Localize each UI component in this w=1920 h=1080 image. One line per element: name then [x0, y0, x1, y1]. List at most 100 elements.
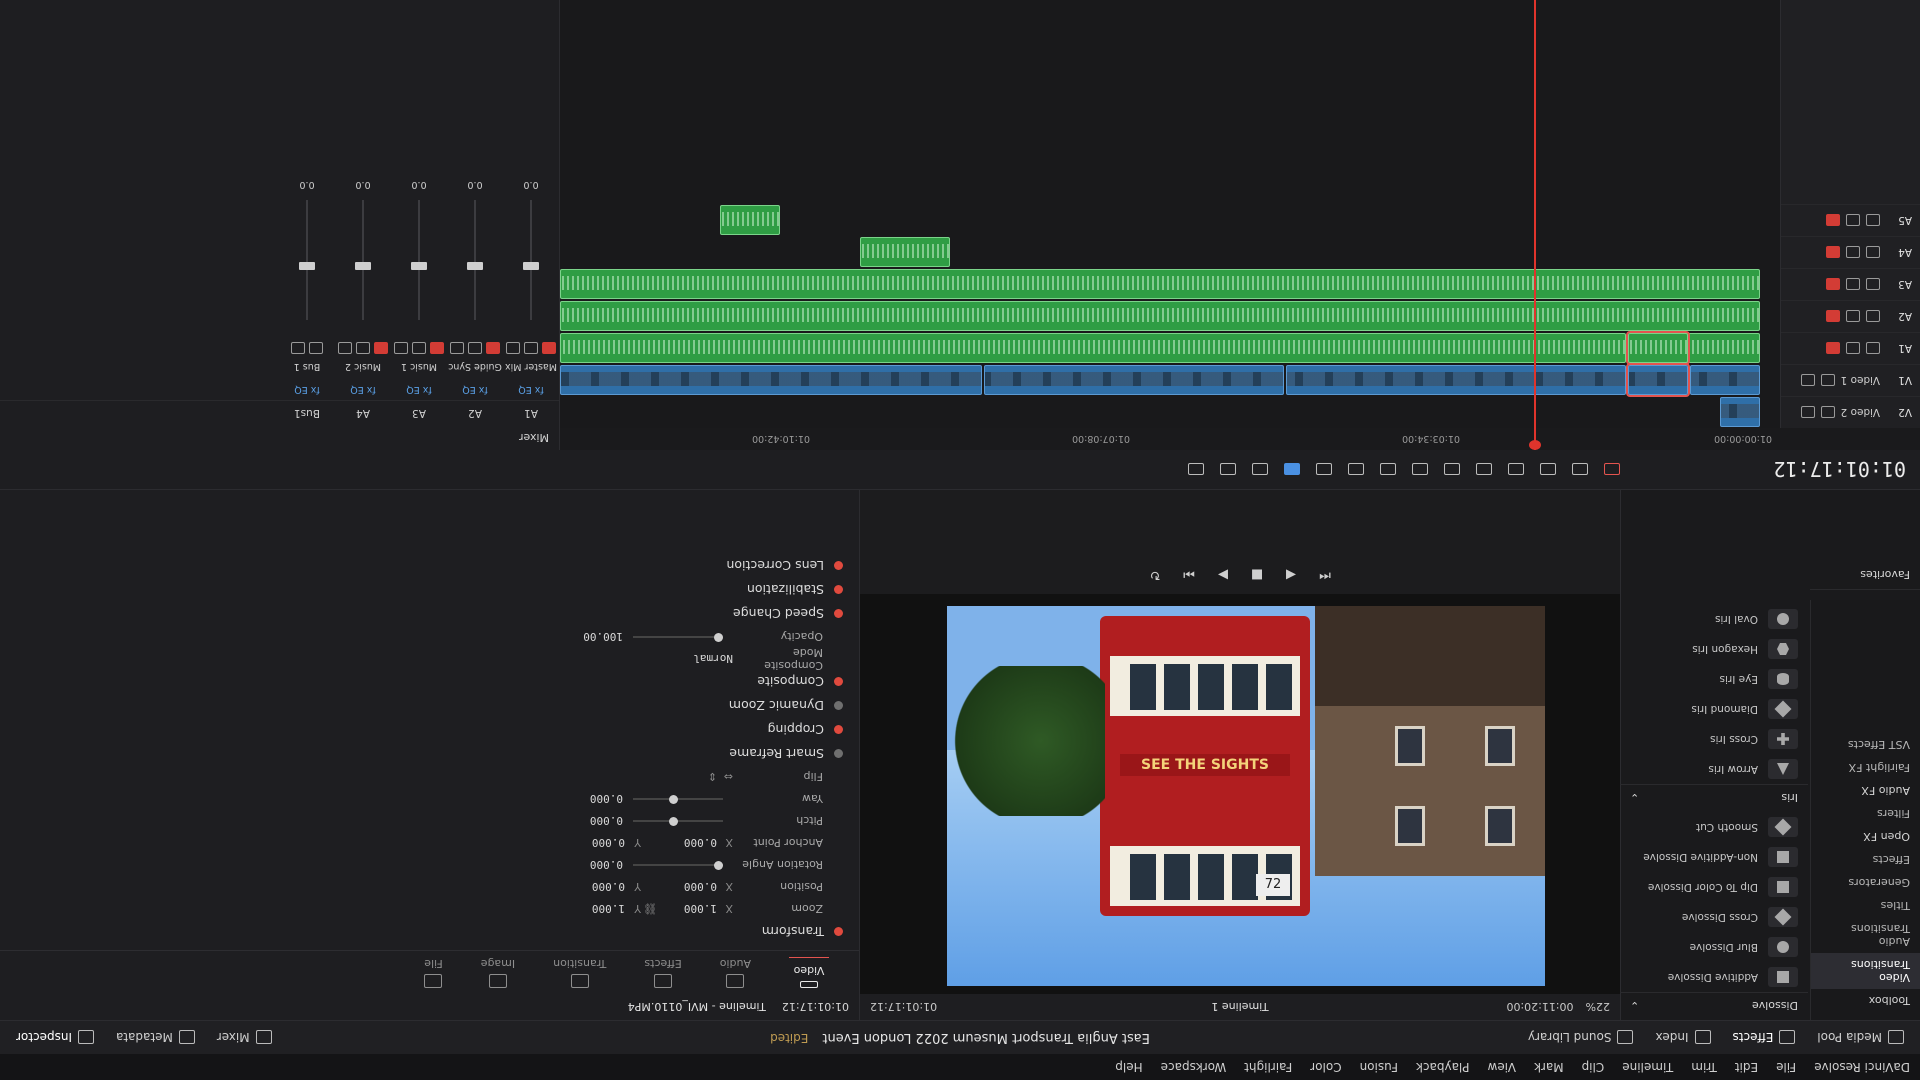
mute-button[interactable] [338, 342, 352, 354]
flag-icon[interactable] [1604, 463, 1620, 476]
timeline-clip[interactable] [560, 365, 982, 395]
track-header-a3[interactable]: A3 [1781, 268, 1920, 300]
eq-button[interactable]: fx EQ [391, 378, 447, 400]
mute-icon[interactable] [1826, 246, 1840, 259]
timeline-clip-selected[interactable] [1626, 363, 1690, 397]
menu-mark[interactable]: Mark [1534, 1060, 1564, 1074]
effect-additive-dissolve[interactable]: Additive Dissolve [1620, 962, 1808, 992]
effect-hexagon-iris[interactable]: Hexagon Iris [1620, 634, 1808, 664]
section-stabilization[interactable]: Stabilization [16, 578, 843, 602]
mute-icon[interactable] [1826, 342, 1840, 355]
media-pool-button[interactable]: Media Pool [1817, 1030, 1904, 1045]
opacity-slider[interactable] [633, 633, 723, 642]
solo-button[interactable] [356, 342, 370, 354]
audio-clip-selected[interactable] [1626, 331, 1690, 365]
replace-clip-icon[interactable] [1412, 463, 1428, 476]
eq-button[interactable]: fx EQ [335, 378, 391, 400]
menu-fairlight[interactable]: Fairlight [1244, 1060, 1292, 1074]
dynamic-trim-icon[interactable] [1540, 463, 1556, 476]
tree-open-fx[interactable]: Open FX [1811, 825, 1920, 848]
fader-knob[interactable] [523, 262, 539, 270]
tab-audio[interactable]: Audio [720, 957, 751, 988]
audio-clip[interactable] [720, 205, 780, 235]
tree-titles[interactable]: Titles [1811, 894, 1920, 917]
effects-button[interactable]: Effects [1733, 1030, 1796, 1045]
menu-file[interactable]: File [1776, 1060, 1796, 1074]
mute-button[interactable] [291, 342, 305, 354]
enable-toggle[interactable] [834, 927, 843, 937]
undo-icon[interactable] [1380, 463, 1396, 476]
mixer-button[interactable]: Mixer [217, 1030, 272, 1045]
play-icon[interactable]: ▶ [1214, 567, 1232, 582]
record-arm-button[interactable] [430, 342, 444, 354]
menu-timeline[interactable]: Timeline [1622, 1060, 1673, 1074]
record-arm-button[interactable] [374, 342, 388, 354]
fader-knob[interactable] [355, 262, 371, 270]
playhead[interactable] [1534, 0, 1536, 450]
menu-fusion[interactable]: Fusion [1360, 1060, 1398, 1074]
eye-icon[interactable] [1800, 406, 1815, 419]
tree-toolbox[interactable]: Toolbox [1811, 989, 1920, 1012]
sound-library-button[interactable]: Sound Library [1528, 1030, 1634, 1045]
track-header-v2[interactable]: V2 Video 2 [1781, 396, 1920, 428]
zoom-x-field[interactable]: 1.000 [657, 903, 717, 916]
tree-fairlight-fx[interactable]: Fairlight FX [1811, 756, 1920, 779]
tree-audio-fx[interactable]: Audio FX [1811, 779, 1920, 802]
menu-clip[interactable]: Clip [1582, 1060, 1605, 1074]
link-clips-icon[interactable] [1348, 463, 1364, 476]
menu-playback[interactable]: Playback [1416, 1060, 1470, 1074]
solo-icon[interactable] [1846, 278, 1860, 291]
track-header-a2[interactable]: A2 [1781, 300, 1920, 332]
effect-blur-dissolve[interactable]: Blur Dissolve [1620, 932, 1808, 962]
favorites-header[interactable]: Favorites [1810, 560, 1920, 590]
effect-cross-iris[interactable]: Cross Iris [1620, 724, 1808, 754]
tab-file[interactable]: File [424, 957, 443, 988]
eq-button[interactable]: fx EQ [503, 378, 559, 400]
composite-mode-select[interactable]: Normal [613, 653, 733, 666]
track-header-a5[interactable]: A5 [1781, 204, 1920, 236]
mute-icon[interactable] [1826, 278, 1840, 291]
position-x-field[interactable]: 0.000 [657, 881, 717, 894]
audio-clip[interactable] [560, 333, 1626, 363]
lock-icon[interactable] [1866, 342, 1880, 355]
stop-icon[interactable]: ■ [1248, 567, 1266, 582]
opacity-field[interactable]: 100.00 [563, 631, 623, 644]
enable-toggle[interactable] [834, 749, 843, 759]
zoom-level[interactable]: 22% [1586, 1001, 1610, 1014]
lock-icon[interactable] [1866, 278, 1880, 291]
audio-clip[interactable] [860, 237, 950, 267]
zoom-y-field[interactable]: 1.000 [565, 903, 625, 916]
index-button[interactable]: Index [1655, 1030, 1711, 1045]
timeline-ruler[interactable]: 01:00:00:00 01:03:34:00 01:07:08:00 01:1… [560, 428, 1780, 450]
yaw-field[interactable]: 0.000 [563, 793, 623, 806]
section-smart-reframe[interactable]: Smart Reframe [16, 742, 843, 766]
play-reverse-icon[interactable]: ◀ [1282, 567, 1300, 582]
solo-button[interactable] [412, 342, 426, 354]
menu-help[interactable]: Help [1115, 1060, 1142, 1074]
record-arm-button[interactable] [486, 342, 500, 354]
marker-icon[interactable] [1252, 463, 1268, 476]
fader-knob[interactable] [411, 262, 427, 270]
effect-dip-to-color-dissolve[interactable]: Dip To Color Dissolve [1620, 872, 1808, 902]
section-speed-change[interactable]: Speed Change [16, 602, 843, 626]
audio-clip[interactable] [560, 301, 1760, 331]
effect-smooth-cut[interactable]: Smooth Cut [1620, 812, 1808, 842]
track-header-a4[interactable]: A4 [1781, 236, 1920, 268]
anchor-y-field[interactable]: 0.000 [565, 837, 625, 850]
tree-filters[interactable]: Filters [1811, 802, 1920, 825]
menu-view[interactable]: View [1488, 1060, 1516, 1074]
lock-icon[interactable] [1866, 310, 1880, 323]
skip-to-start-icon[interactable]: ⏮ [1316, 567, 1334, 582]
tree-vst-effects[interactable]: VST Effects [1811, 733, 1920, 756]
solo-button[interactable] [468, 342, 482, 354]
rotation-slider[interactable] [633, 861, 723, 870]
tab-transition[interactable]: Transition [553, 957, 606, 988]
eq-button[interactable]: fx EQ [447, 378, 503, 400]
timeline-clip[interactable] [984, 365, 1284, 395]
position-lock-icon[interactable] [1316, 463, 1332, 476]
timeline-name[interactable]: Timeline 1 [1211, 1001, 1268, 1014]
flip-horizontal-icon[interactable]: ⇔ [717, 771, 733, 784]
lock-icon[interactable] [1866, 214, 1880, 227]
effect-non-additive-dissolve[interactable]: Non-Additive Dissolve [1620, 842, 1808, 872]
zoom-out-icon[interactable] [1220, 463, 1236, 476]
